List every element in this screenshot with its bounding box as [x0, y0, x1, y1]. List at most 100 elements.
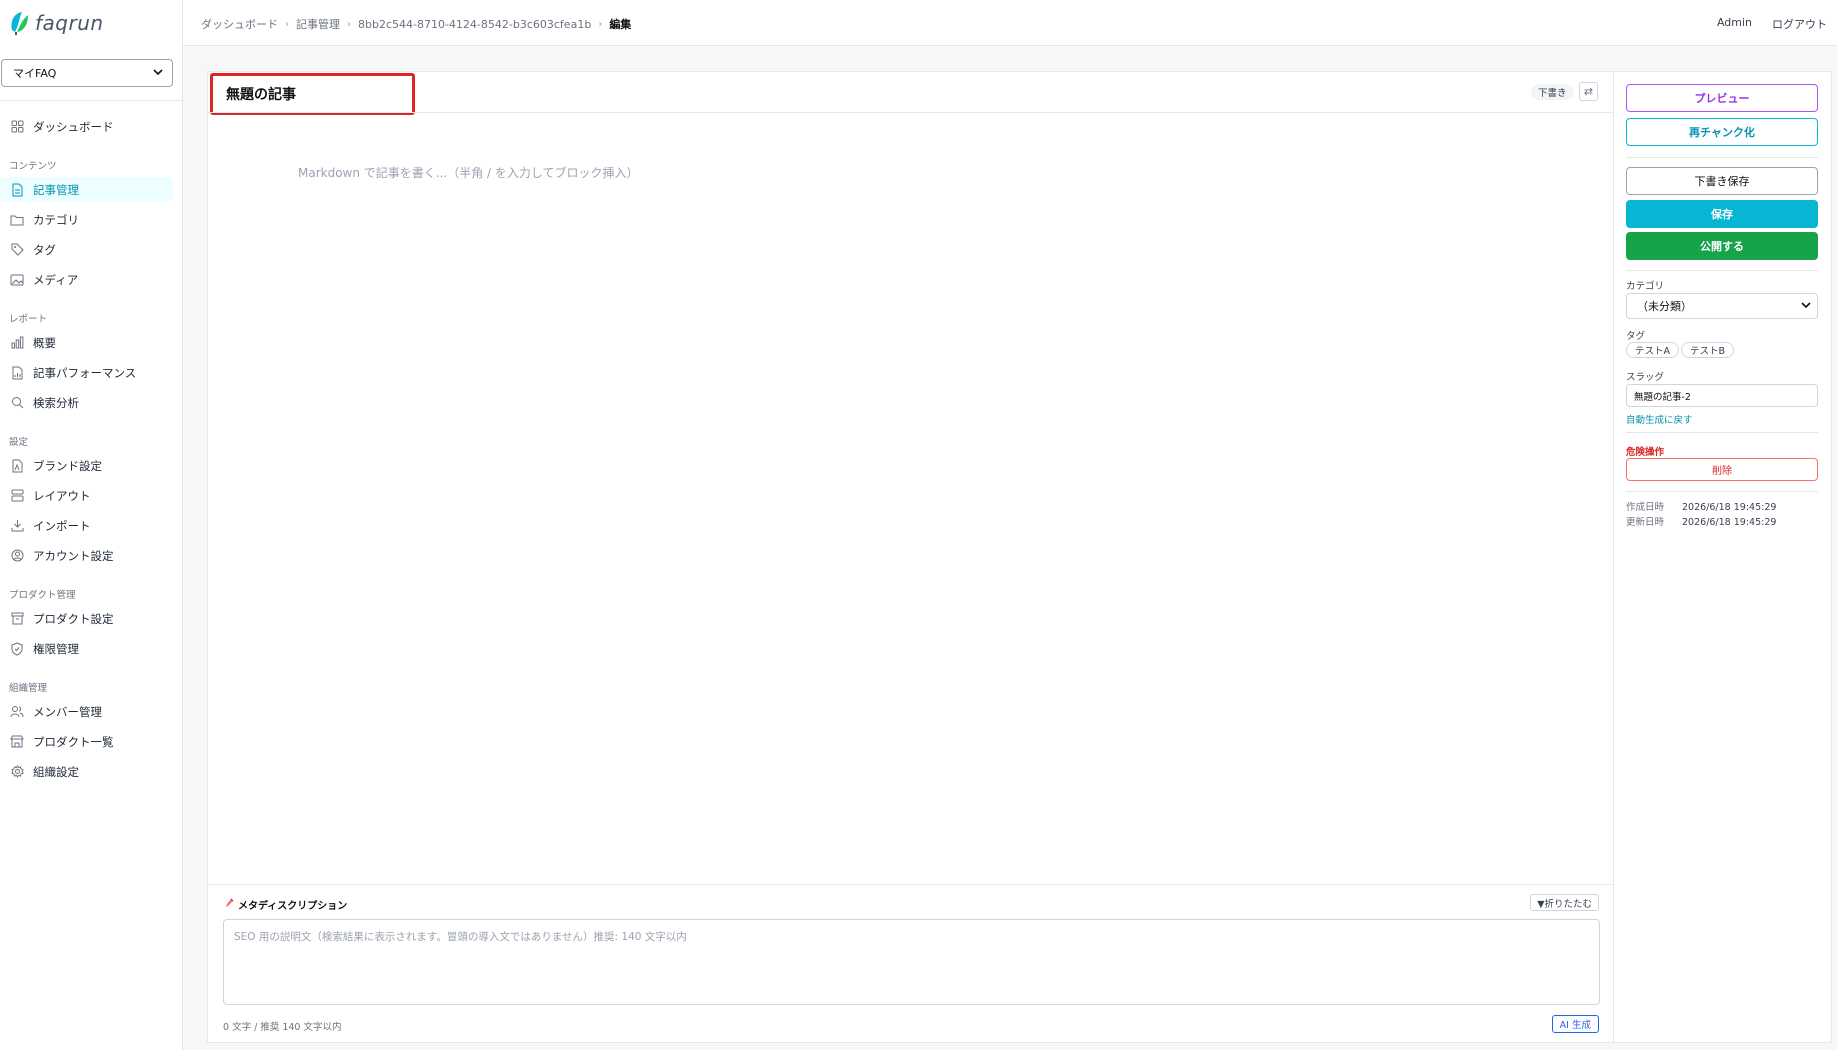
sidebar-item-label: 概要	[33, 335, 56, 350]
sidebar-item-articles[interactable]: 記事管理	[0, 177, 173, 202]
breadcrumb-articles[interactable]: 記事管理	[296, 16, 340, 32]
sidebar-item-label: 記事パフォーマンス	[33, 365, 137, 380]
sidebar-item-label: メディア	[33, 272, 79, 287]
meta-description-section: メタディスクリプション ▼折りたたむ SEO 用の説明文（検索結果に表示されます…	[208, 884, 1613, 1044]
sidebar-item-import[interactable]: インポート	[0, 513, 173, 538]
faqrun-logo-icon	[9, 10, 29, 36]
article-title-input[interactable]: 無題の記事	[210, 73, 415, 115]
article-editor: 無題の記事 下書き ⇄ Markdown で記事を書く...（半角 / を入力し…	[207, 71, 1614, 1043]
sidebar-item-label: ブランド設定	[33, 458, 102, 473]
tag-chip[interactable]: テストB	[1681, 342, 1735, 358]
store-icon	[10, 735, 24, 749]
logout-link[interactable]: ログアウト	[1772, 16, 1827, 32]
publish-button[interactable]: 公開する	[1626, 232, 1818, 260]
breadcrumb: ダッシュボード › 記事管理 › 8bb2c544-8710-4124-8542…	[201, 16, 631, 32]
logo[interactable]: faqrun	[0, 0, 182, 46]
sidebar-item-label: 検索分析	[33, 395, 79, 410]
meta-description-textarea[interactable]: SEO 用の説明文（検索結果に表示されます。冒頭の導入文ではありません）推奨: …	[223, 919, 1600, 1005]
save-button[interactable]: 保存	[1626, 200, 1818, 228]
collapse-button[interactable]: ▼折りたたむ	[1530, 894, 1599, 911]
chevron-right-icon: ›	[598, 18, 603, 30]
chevron-down-icon	[153, 67, 163, 80]
archive-icon	[10, 612, 24, 626]
sidebar-item-dashboard[interactable]: ダッシュボード	[0, 114, 173, 139]
category-select-value: （未分類）	[1637, 300, 1692, 313]
markdown-editor-body[interactable]: Markdown で記事を書く...（半角 / を入力してブロック挿入）	[298, 164, 639, 181]
sidebar-divider	[0, 100, 182, 101]
user-name[interactable]: Admin	[1717, 16, 1752, 32]
status-badge: 下書き	[1531, 84, 1574, 100]
panel-divider	[1626, 491, 1818, 492]
sidebar-item-product-list[interactable]: プロダクト一覧	[0, 729, 173, 754]
sidebar-item-label: カテゴリ	[33, 212, 79, 227]
rechunk-button[interactable]: 再チャンク化	[1626, 118, 1818, 146]
workspace-select[interactable]: マイFAQ	[1, 59, 173, 87]
panel-divider	[1626, 432, 1818, 433]
sidebar-item-media[interactable]: メディア	[0, 267, 173, 292]
sidebar-item-permissions[interactable]: 権限管理	[0, 636, 173, 661]
slug-input[interactable]: 無題の記事-2	[1626, 384, 1818, 407]
sidebar-item-article-performance[interactable]: 記事パフォーマンス	[0, 360, 173, 385]
sidebar-item-label: 記事管理	[33, 182, 79, 197]
timestamps: 作成日時 2026/6/18 19:45:29 更新日時 2026/6/18 1…	[1626, 500, 1776, 530]
grid-icon	[10, 120, 24, 134]
ai-generate-button[interactable]: AI 生成	[1551, 1015, 1599, 1033]
sidebar-item-label: タグ	[33, 242, 56, 257]
chevron-down-icon	[1801, 300, 1811, 313]
sidebar-item-overview[interactable]: 概要	[0, 330, 173, 355]
layout-icon	[10, 489, 24, 503]
slug-label: スラッグ	[1626, 372, 1665, 383]
save-draft-button[interactable]: 下書き保存	[1626, 167, 1818, 195]
tag-chip[interactable]: テストA	[1626, 342, 1679, 358]
document-icon	[10, 183, 24, 197]
panel-divider	[1626, 157, 1818, 158]
updated-label: 更新日時	[1626, 517, 1665, 528]
user-menu: Admin ログアウト	[1717, 16, 1827, 32]
user-circle-icon	[10, 549, 24, 563]
section-title-content: コンテンツ	[9, 161, 57, 172]
sidebar-item-brand-settings[interactable]: ブランド設定	[0, 453, 173, 478]
category-label: カテゴリ	[1626, 281, 1665, 292]
sidebar-item-layout[interactable]: レイアウト	[0, 483, 173, 508]
panel-divider	[1626, 270, 1818, 271]
breadcrumb-dashboard[interactable]: ダッシュボード	[201, 16, 278, 32]
sidebar-item-label: アカウント設定	[33, 548, 114, 563]
editor-header-divider	[208, 112, 1613, 113]
category-select[interactable]: （未分類）	[1626, 293, 1818, 319]
image-icon	[10, 273, 24, 287]
slug-reset-link[interactable]: 自動生成に戻す	[1626, 412, 1693, 426]
sidebar-item-label: プロダクト設定	[33, 611, 114, 626]
tag-label: タグ	[1626, 331, 1646, 342]
sidebar-item-label: プロダクト一覧	[33, 734, 114, 749]
sidebar-item-label: インポート	[33, 518, 91, 533]
delete-button[interactable]: 削除	[1626, 458, 1818, 481]
sidebar-item-categories[interactable]: カテゴリ	[0, 207, 173, 232]
topbar: ダッシュボード › 記事管理 › 8bb2c544-8710-4124-8542…	[183, 0, 1837, 46]
sidebar-item-org-settings[interactable]: 組織設定	[0, 759, 173, 784]
sidebar-item-tags[interactable]: タグ	[0, 237, 173, 262]
gear-icon	[10, 765, 24, 779]
sidebar-item-product-settings[interactable]: プロダクト設定	[0, 606, 173, 631]
chevron-right-icon: ›	[347, 18, 351, 30]
sidebar-item-account-settings[interactable]: アカウント設定	[0, 543, 173, 568]
meta-description-title: メタディスクリプション	[238, 901, 348, 912]
sidebar-item-label: レイアウト	[33, 488, 91, 503]
section-title-settings: 設定	[9, 437, 29, 448]
sidebar-item-members[interactable]: メンバー管理	[0, 699, 173, 724]
sidebar-item-label: メンバー管理	[33, 704, 102, 719]
article-settings-panel: プレビュー 再チャンク化 下書き保存 保存 公開する カテゴリ （未分類） タグ…	[1614, 71, 1832, 1043]
brand-icon	[10, 459, 24, 473]
preview-button[interactable]: プレビュー	[1626, 84, 1818, 112]
folder-icon	[10, 213, 24, 227]
danger-zone-label: 危険操作	[1626, 447, 1665, 458]
created-value: 2026/6/18 19:45:29	[1682, 502, 1777, 513]
breadcrumb-article-id[interactable]: 8bb2c544-8710-4124-8542-b3c603cfea1b	[358, 18, 591, 31]
created-label: 作成日時	[1626, 502, 1665, 513]
chevron-right-icon: ›	[285, 18, 289, 30]
tag-icon	[10, 243, 24, 257]
sidebar-item-label: ダッシュボード	[33, 119, 114, 134]
sidebar-item-search-analytics[interactable]: 検索分析	[0, 390, 173, 415]
swap-editor-mode-button[interactable]: ⇄	[1579, 82, 1598, 101]
users-icon	[10, 705, 24, 719]
logo-text: faqrun	[35, 11, 104, 35]
